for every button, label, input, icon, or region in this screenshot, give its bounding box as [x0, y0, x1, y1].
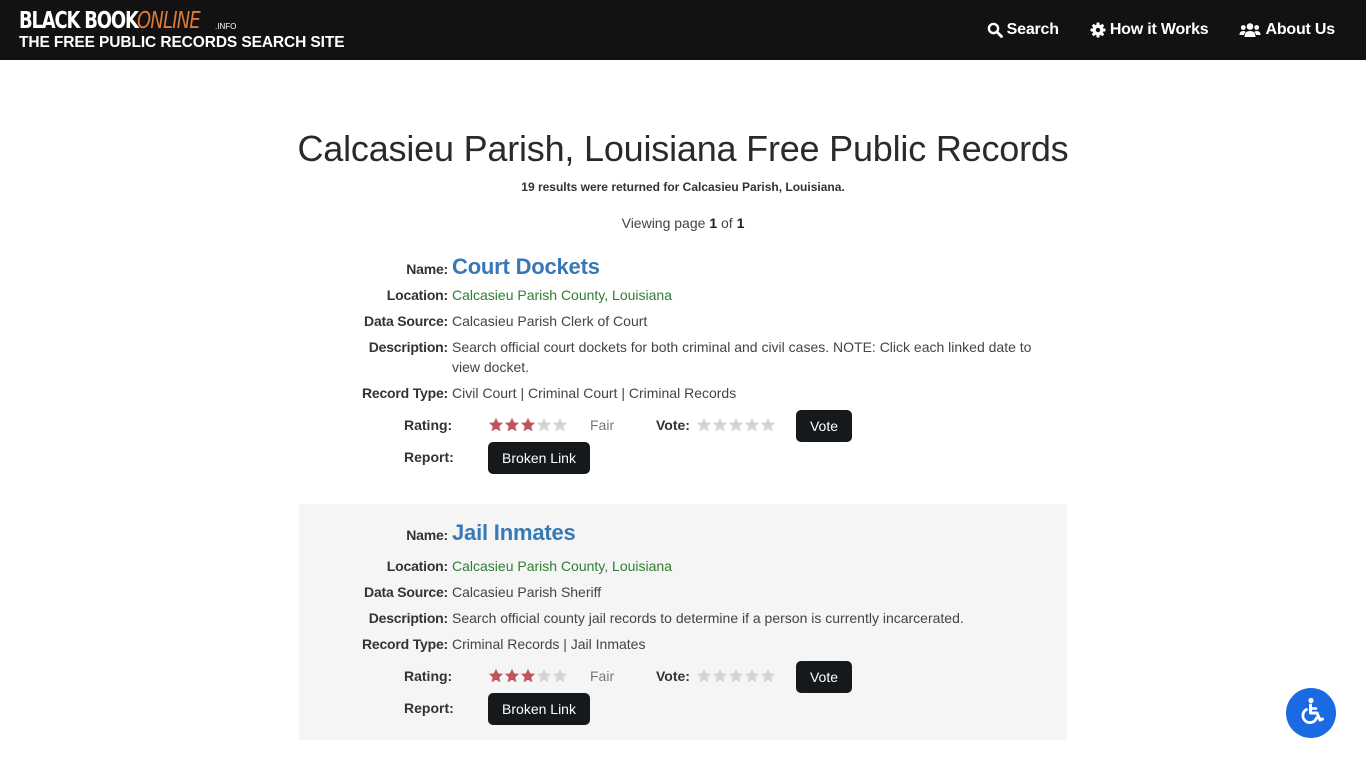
rating-stars: [488, 417, 568, 433]
broken-link-button[interactable]: Broken Link: [488, 442, 590, 474]
gear-icon: [1090, 22, 1106, 38]
star-filled-icon: [504, 668, 520, 683]
page-title: Calcasieu Parish, Louisiana Free Public …: [297, 128, 1069, 169]
nav-how-it-works-label: How it Works: [1109, 21, 1209, 38]
nav-about-us-label: About Us: [1265, 21, 1335, 38]
rating-label: Rating:: [404, 417, 453, 433]
pagination-status: Viewing page 1 of 1: [0, 215, 1366, 231]
nav-about-us[interactable]: About Us: [1239, 21, 1335, 39]
description-value: Search official court dockets for both c…: [452, 339, 1032, 375]
data-source-value: Calcasieu Parish Sheriff: [452, 584, 602, 600]
logo-word-online: ONLINE: [137, 8, 201, 34]
pager-total: 1: [736, 215, 745, 231]
star-empty-icon: [552, 668, 568, 683]
location-link[interactable]: Calcasieu Parish County, Louisiana: [452, 558, 672, 574]
pager-middle: of: [717, 215, 737, 231]
record-type-label: Record Type:: [361, 636, 448, 652]
rating-word: Fair: [590, 668, 615, 684]
results-summary: 19 results were returned for Calcasieu P…: [521, 180, 845, 194]
star-empty-icon[interactable]: [760, 668, 776, 684]
pager-prefix: Viewing page: [621, 215, 710, 231]
logo-suffix: .INFO: [215, 22, 237, 31]
description-label: Description:: [368, 339, 448, 355]
star-empty-icon: [552, 417, 568, 432]
data-source-value: Calcasieu Parish Clerk of Court: [452, 313, 648, 329]
location-link[interactable]: Calcasieu Parish County, Louisiana: [452, 287, 672, 303]
location-label: Location:: [386, 558, 448, 574]
star-empty-icon[interactable]: [712, 668, 728, 684]
nav-search[interactable]: Search: [987, 21, 1059, 39]
users-icon: [1239, 22, 1261, 38]
broken-link-button[interactable]: Broken Link: [488, 693, 590, 725]
star-empty-icon[interactable]: [760, 417, 776, 433]
data-source-label: Data Source:: [364, 313, 448, 329]
record-card: Name: Jail Inmates Location: Calcasieu P…: [299, 504, 1067, 740]
data-source-label: Data Source:: [364, 584, 448, 600]
rating-word: Fair: [590, 417, 615, 433]
vote-label: Vote:: [656, 668, 690, 684]
star-empty-icon[interactable]: [744, 417, 760, 433]
vote-label: Vote:: [656, 417, 690, 433]
star-empty-icon[interactable]: [728, 417, 744, 433]
star-empty-icon: [536, 668, 552, 683]
site-logo[interactable]: BLACK BOOK ONLINE .INFO THE FREE PUBLIC …: [19, 8, 345, 51]
vote-button[interactable]: Vote: [796, 410, 852, 442]
star-filled-icon: [504, 417, 520, 432]
record-type-label: Record Type:: [361, 385, 448, 401]
star-filled-icon: [520, 417, 536, 432]
star-filled-icon: [488, 417, 504, 432]
star-empty-icon[interactable]: [696, 668, 712, 684]
top-navbar: BLACK BOOK ONLINE .INFO THE FREE PUBLIC …: [0, 0, 1366, 60]
report-label: Report:: [404, 449, 454, 465]
record-name-link[interactable]: Jail Inmates: [452, 520, 1042, 546]
logo-word-black-book: BLACK BOOK: [19, 8, 139, 34]
vote-button[interactable]: Vote: [796, 661, 852, 693]
star-empty-icon[interactable]: [728, 668, 744, 684]
record-name-link[interactable]: Court Dockets: [452, 254, 1042, 280]
vote-stars[interactable]: [696, 417, 776, 433]
search-icon: [987, 22, 1003, 38]
nav-how-it-works[interactable]: How it Works: [1090, 21, 1209, 39]
star-filled-icon: [488, 668, 504, 683]
star-empty-icon[interactable]: [712, 417, 728, 433]
star-filled-icon: [520, 668, 536, 683]
wheelchair-icon: [1296, 696, 1326, 731]
description-label: Description:: [368, 610, 448, 626]
record-type-value: Civil Court | Criminal Court | Criminal …: [452, 385, 737, 401]
name-label: Name:: [406, 261, 448, 277]
location-label: Location:: [386, 287, 448, 303]
description-value: Search official county jail records to d…: [452, 610, 964, 626]
record-card: Name: Court Dockets Location: Calcasieu …: [299, 240, 1067, 495]
star-empty-icon: [536, 417, 552, 432]
rating-label: Rating:: [404, 668, 453, 684]
report-label: Report:: [404, 700, 454, 716]
pager-current: 1: [709, 215, 718, 231]
star-empty-icon[interactable]: [696, 417, 712, 433]
record-type-value: Criminal Records | Jail Inmates: [452, 636, 646, 652]
nav-search-label: Search: [1006, 21, 1059, 38]
logo-tagline: THE FREE PUBLIC RECORDS SEARCH SITE: [19, 34, 345, 51]
vote-stars[interactable]: [696, 668, 776, 684]
name-label: Name:: [406, 527, 448, 543]
star-empty-icon[interactable]: [744, 668, 760, 684]
rating-stars: [488, 668, 568, 684]
main-nav: Search How it Works About Us: [987, 0, 1335, 60]
accessibility-button[interactable]: [1286, 688, 1336, 738]
